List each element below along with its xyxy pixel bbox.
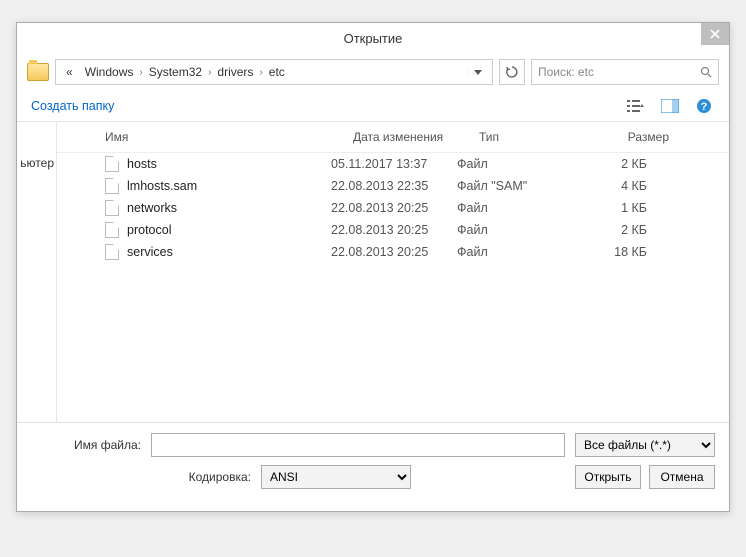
search-icon: [700, 66, 712, 78]
address-bar[interactable]: « Windows › System32 › drivers › etc: [55, 59, 493, 85]
dialog-title: Открытие: [344, 31, 403, 46]
sidebar-item-computer[interactable]: ьютер: [17, 152, 56, 174]
encoding-label: Кодировка:: [151, 470, 251, 484]
toolbar: Создать папку ?: [17, 91, 729, 122]
open-button[interactable]: Открыть: [575, 465, 641, 489]
close-icon: [710, 29, 720, 39]
file-icon: [105, 200, 119, 216]
file-type: Файл: [457, 201, 567, 215]
column-name[interactable]: Имя: [105, 130, 353, 144]
file-row[interactable]: networks 22.08.2013 20:25Файл1 КБ: [57, 197, 729, 219]
column-date[interactable]: Дата изменения: [353, 130, 479, 144]
svg-text:?: ?: [701, 101, 708, 113]
file-row[interactable]: hosts 05.11.2017 13:37Файл2 КБ: [57, 153, 729, 175]
cancel-button[interactable]: Отмена: [649, 465, 715, 489]
file-size: 1 КБ: [567, 201, 647, 215]
filename-input[interactable]: [151, 433, 565, 457]
dialog-footer: Имя файла: Все файлы (*.*) Кодировка: AN…: [17, 422, 729, 511]
file-row[interactable]: lmhosts.sam 22.08.2013 22:35Файл "SAM"4 К…: [57, 175, 729, 197]
filename-label: Имя файла:: [31, 438, 141, 452]
breadcrumb[interactable]: etc: [263, 65, 291, 79]
column-size[interactable]: Размер: [589, 130, 669, 144]
address-dropdown[interactable]: [467, 70, 488, 75]
search-input[interactable]: Поиск: etc: [531, 59, 719, 85]
titlebar: Открытие: [17, 23, 729, 53]
file-size: 18 КБ: [567, 245, 647, 259]
encoding-select[interactable]: ANSI: [261, 465, 411, 489]
file-size: 2 КБ: [567, 157, 647, 171]
file-name: protocol: [127, 223, 171, 237]
breadcrumb[interactable]: System32: [143, 65, 208, 79]
preview-pane-icon: [661, 99, 679, 113]
file-size: 2 КБ: [567, 223, 647, 237]
file-name: lmhosts.sam: [127, 179, 197, 193]
refresh-icon: [506, 66, 518, 78]
file-date: 22.08.2013 20:25: [331, 223, 457, 237]
file-icon: [105, 222, 119, 238]
list-view-icon: [627, 99, 645, 113]
chevron-down-icon: [474, 70, 482, 75]
search-placeholder: Поиск: etc: [538, 65, 594, 79]
new-folder-link[interactable]: Создать папку: [31, 99, 114, 113]
view-mode-button[interactable]: [625, 97, 647, 115]
navigation-bar: « Windows › System32 › drivers › etc Пои…: [17, 53, 729, 91]
preview-pane-button[interactable]: [659, 97, 681, 115]
file-filter-select[interactable]: Все файлы (*.*): [575, 433, 715, 457]
file-date: 22.08.2013 20:25: [331, 201, 457, 215]
file-rows: hosts05.11.2017 13:37Файл2 КБlmhosts.sam…: [57, 153, 729, 263]
file-type: Файл: [457, 245, 567, 259]
help-icon: ?: [696, 98, 712, 114]
file-date: 22.08.2013 22:35: [331, 179, 457, 193]
file-name: networks: [127, 201, 177, 215]
file-name: hosts: [127, 157, 157, 171]
sidebar[interactable]: ьютер: [17, 122, 57, 422]
breadcrumb[interactable]: drivers: [211, 65, 259, 79]
file-row[interactable]: protocol 22.08.2013 20:25Файл2 КБ: [57, 219, 729, 241]
file-row[interactable]: services 22.08.2013 20:25Файл18 КБ: [57, 241, 729, 263]
column-type[interactable]: Тип: [479, 130, 589, 144]
file-date: 05.11.2017 13:37: [331, 157, 457, 171]
refresh-button[interactable]: [499, 59, 525, 85]
breadcrumb-prefix: «: [60, 65, 79, 79]
breadcrumb[interactable]: Windows: [79, 65, 140, 79]
help-button[interactable]: ?: [693, 97, 715, 115]
file-name: services: [127, 245, 173, 259]
folder-icon: [27, 63, 49, 81]
file-date: 22.08.2013 20:25: [331, 245, 457, 259]
file-type: Файл: [457, 223, 567, 237]
file-icon: [105, 178, 119, 194]
file-list-pane: Имя Дата изменения Тип Размер hosts 05.11…: [57, 122, 729, 422]
file-icon: [105, 244, 119, 260]
file-type: Файл "SAM": [457, 179, 567, 193]
close-button[interactable]: [701, 23, 729, 45]
file-size: 4 КБ: [567, 179, 647, 193]
open-file-dialog: Открытие « Windows › System32 › drivers …: [16, 22, 730, 512]
file-type: Файл: [457, 157, 567, 171]
file-icon: [105, 156, 119, 172]
column-headers: Имя Дата изменения Тип Размер: [57, 122, 729, 153]
